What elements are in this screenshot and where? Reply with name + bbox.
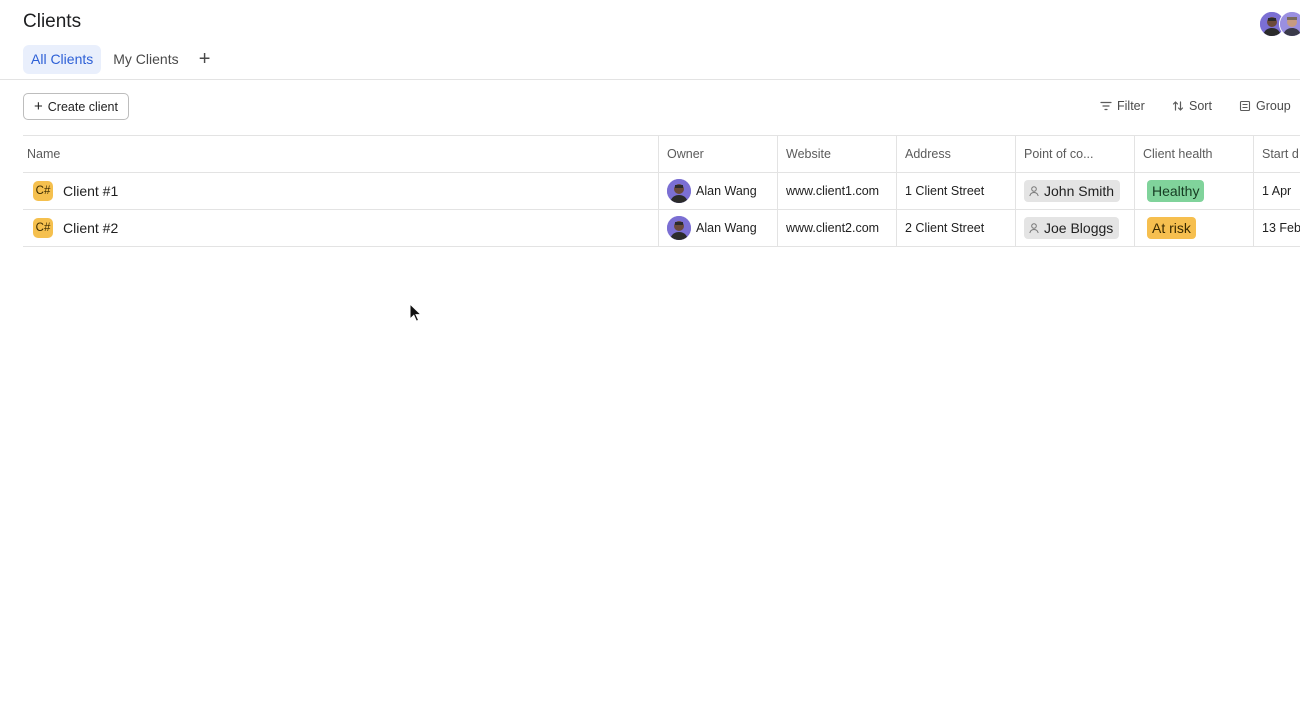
collaborator-avatars[interactable] [1259, 11, 1300, 37]
start-date-cell[interactable]: 1 Apr [1253, 173, 1300, 209]
plus-icon: + [34, 97, 43, 115]
owner-name: Alan Wang [696, 184, 757, 198]
table-row[interactable]: C# Client #1 Alan Wang www.client1.com 1… [23, 173, 1300, 210]
column-header-address[interactable]: Address [896, 136, 1015, 172]
column-header-owner[interactable]: Owner [658, 136, 777, 172]
address-cell[interactable]: 1 Client Street [896, 173, 1015, 209]
table-header-row: Name Owner Website Address Point of co..… [23, 135, 1300, 173]
column-header-start-date[interactable]: Start d [1253, 136, 1300, 172]
contact-chip[interactable]: Joe Bloggs [1024, 217, 1120, 239]
sort-button[interactable]: Sort [1172, 99, 1212, 113]
tab-all-clients[interactable]: All Clients [23, 44, 102, 74]
client-health-cell[interactable]: At risk [1134, 210, 1253, 246]
avatar [667, 216, 691, 240]
clients-table: Name Owner Website Address Point of co..… [23, 135, 1300, 247]
person-icon [1029, 186, 1039, 197]
filter-icon [1100, 101, 1112, 111]
sort-icon [1172, 101, 1184, 111]
client-icon: C# [33, 218, 53, 238]
column-header-name[interactable]: Name [23, 136, 658, 172]
point-of-contact-cell[interactable]: Joe Bloggs [1015, 210, 1134, 246]
clients-page: Clients All Clients My Clients + + Creat… [0, 0, 1300, 728]
status-badge: Healthy [1147, 180, 1205, 202]
website-cell[interactable]: www.client1.com [777, 173, 896, 209]
filter-button[interactable]: Filter [1100, 99, 1145, 113]
group-label: Group [1256, 99, 1291, 113]
client-icon: C# [33, 181, 53, 201]
column-header-client-health[interactable]: Client health [1134, 136, 1253, 172]
column-header-point-of-contact[interactable]: Point of co... [1015, 136, 1134, 172]
column-header-website[interactable]: Website [777, 136, 896, 172]
client-name-cell[interactable]: C# Client #2 [23, 210, 658, 246]
avatar[interactable] [1279, 11, 1300, 37]
owner-cell[interactable]: Alan Wang [658, 210, 777, 246]
contact-chip[interactable]: John Smith [1024, 180, 1121, 202]
contact-name: Joe Bloggs [1044, 220, 1114, 236]
address-cell[interactable]: 2 Client Street [896, 210, 1015, 246]
website-cell[interactable]: www.client2.com [777, 210, 896, 246]
owner-cell[interactable]: Alan Wang [658, 173, 777, 209]
client-name[interactable]: Client #2 [63, 220, 118, 236]
create-client-label: Create client [47, 99, 118, 114]
point-of-contact-cell[interactable]: John Smith [1015, 173, 1134, 209]
add-tab-button[interactable]: + [193, 45, 217, 74]
client-name-cell[interactable]: C# Client #1 [23, 173, 658, 209]
table-row[interactable]: C# Client #2 Alan Wang www.client2.com 2… [23, 210, 1300, 247]
start-date-cell[interactable]: 13 Feb [1253, 210, 1300, 246]
status-badge: At risk [1147, 217, 1196, 239]
contact-name: John Smith [1044, 183, 1115, 199]
avatar [667, 179, 691, 203]
sort-label: Sort [1189, 99, 1212, 113]
view-tabs: All Clients My Clients + [23, 44, 217, 74]
page-title: Clients [23, 11, 82, 32]
client-health-cell[interactable]: Healthy [1134, 173, 1253, 209]
group-icon [1239, 100, 1251, 112]
person-icon [1029, 223, 1039, 234]
plus-icon: + [198, 47, 211, 70]
owner-name: Alan Wang [696, 221, 757, 235]
create-client-button[interactable]: + Create client [23, 93, 129, 120]
group-button[interactable]: Group [1239, 99, 1291, 113]
tab-my-clients[interactable]: My Clients [105, 45, 186, 74]
header-divider [0, 79, 1300, 80]
mouse-cursor-icon [409, 303, 421, 322]
client-name[interactable]: Client #1 [63, 183, 118, 199]
filter-label: Filter [1117, 99, 1145, 113]
